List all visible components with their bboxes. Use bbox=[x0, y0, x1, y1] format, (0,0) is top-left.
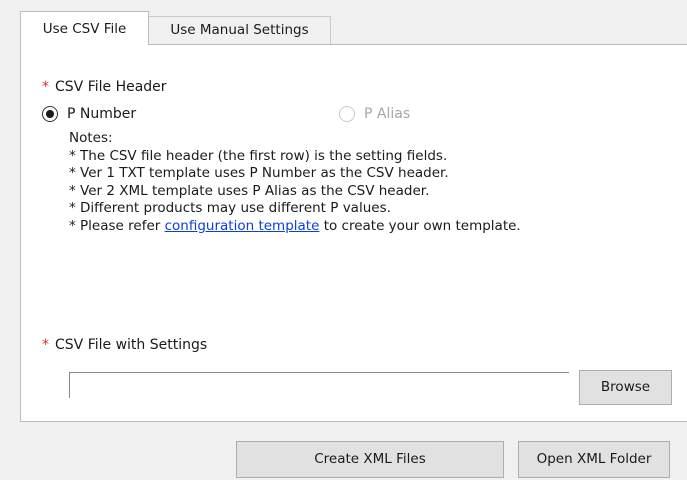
open-xml-folder-button[interactable]: Open XML Folder bbox=[518, 441, 670, 478]
radio-selected-icon[interactable] bbox=[42, 106, 58, 122]
note-line: * Please refer configuration template to… bbox=[69, 218, 521, 236]
note-line: * Ver 2 XML template uses P Alias as the… bbox=[69, 182, 430, 199]
csv-file-with-settings-text: CSV File with Settings bbox=[55, 337, 208, 353]
required-marker: * bbox=[42, 79, 49, 95]
radio-p-alias[interactable]: P Alias bbox=[339, 106, 410, 122]
csv-file-with-settings-label: * CSV File with Settings bbox=[42, 337, 207, 353]
tab-use-csv-file[interactable]: Use CSV File bbox=[20, 11, 149, 45]
required-marker: * bbox=[42, 337, 49, 353]
radio-unselected-icon[interactable] bbox=[339, 106, 355, 122]
tab-strip: Use CSV File Use Manual Settings bbox=[0, 0, 687, 45]
csv-file-path-input[interactable] bbox=[69, 372, 569, 398]
radio-p-alias-label: P Alias bbox=[364, 106, 411, 122]
csv-file-header-label: * CSV File Header bbox=[42, 79, 167, 95]
note-line: * Ver 1 TXT template uses P Number as th… bbox=[69, 165, 449, 181]
note-line-prefix: * Please refer bbox=[69, 217, 165, 234]
configuration-template-link[interactable]: configuration template bbox=[165, 218, 320, 234]
notes-title: Notes: bbox=[69, 130, 113, 146]
note-line-suffix: to create your own template. bbox=[319, 217, 521, 234]
notes-block: Notes: * The CSV file header (the first … bbox=[69, 130, 521, 235]
tab-use-manual-settings[interactable]: Use Manual Settings bbox=[148, 16, 331, 44]
note-line: * The CSV file header (the first row) is… bbox=[69, 147, 448, 164]
create-xml-files-button[interactable]: Create XML Files bbox=[236, 441, 504, 478]
csv-file-panel: * CSV File Header P Number P Alias Notes:… bbox=[20, 44, 687, 422]
radio-p-number[interactable]: P Number bbox=[42, 106, 136, 122]
browse-button[interactable]: Browse bbox=[579, 370, 672, 405]
radio-p-number-label: P Number bbox=[67, 106, 137, 122]
csv-settings-window: Use CSV File Use Manual Settings * CSV Fi… bbox=[0, 0, 687, 480]
csv-file-header-text: CSV File Header bbox=[55, 79, 167, 95]
note-line: * Different products may use different P… bbox=[69, 200, 391, 216]
